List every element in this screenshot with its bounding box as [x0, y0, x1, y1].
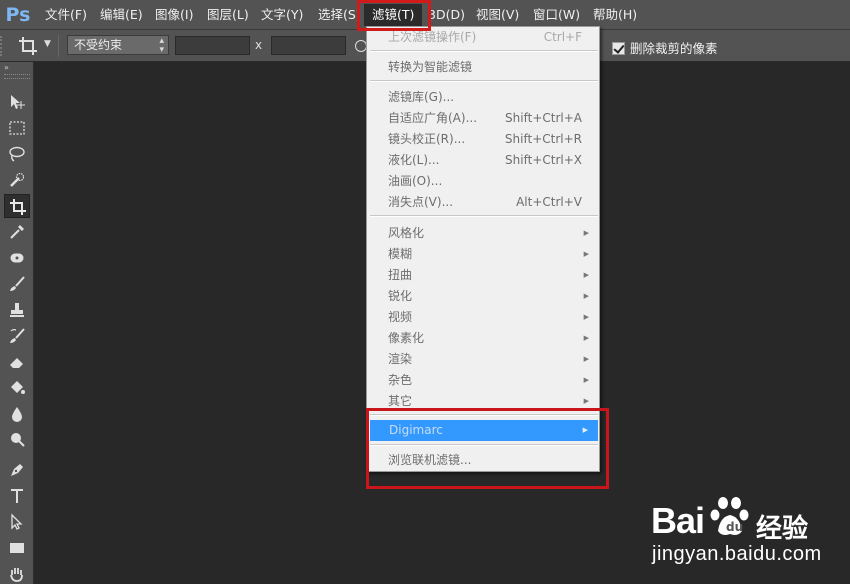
menu-divider — [370, 215, 598, 217]
quick-selection-icon[interactable] — [4, 168, 30, 192]
menu-item-sharpen[interactable]: 锐化 ▶ — [369, 286, 599, 307]
path-selection-icon[interactable] — [4, 510, 30, 534]
crop-ratio-select[interactable]: 不受约束 ▴ ▾ — [67, 35, 169, 55]
annotation-box-digimarc — [366, 408, 609, 489]
menu-help[interactable]: 帮助(H) — [585, 4, 645, 26]
menu-view[interactable]: 视图(V) — [468, 4, 527, 26]
hand-icon[interactable] — [4, 562, 30, 584]
options-divider — [58, 35, 59, 57]
checkbox-checked-icon[interactable] — [612, 42, 625, 55]
menu-divider — [370, 50, 598, 52]
menu-file[interactable]: 文件(F) — [37, 4, 95, 26]
baidu-watermark-jingyan: 经验 — [756, 514, 809, 544]
move-tool-icon[interactable] — [4, 90, 30, 114]
pixelate-label: 像素化 — [388, 331, 425, 345]
menu-item-blur[interactable]: 模糊 ▶ — [369, 244, 599, 265]
submenu-arrow-icon: ▶ — [583, 313, 589, 321]
eraser-icon[interactable] — [4, 350, 30, 374]
dimension-separator: x — [255, 38, 263, 52]
eyedropper-icon[interactable] — [4, 220, 30, 244]
submenu-arrow-icon: ▶ — [583, 292, 589, 300]
menu-item-filter-gallery[interactable]: 滤镜库(G)... — [369, 87, 599, 108]
submenu-arrow-icon: ▶ — [583, 355, 589, 363]
adaptive-wide-label: 自适应广角(A)... — [388, 111, 478, 125]
other-label: 其它 — [388, 394, 413, 408]
crop-preset-icon[interactable] — [18, 36, 38, 56]
menu-type[interactable]: 文字(Y) — [253, 4, 311, 26]
dodge-icon[interactable] — [4, 428, 30, 452]
updown-arrows-icon: ▴ ▾ — [159, 36, 164, 55]
crop-height-input[interactable] — [271, 36, 346, 55]
last-filter-shortcut: Ctrl+F — [543, 30, 582, 44]
submenu-arrow-icon: ▶ — [583, 250, 589, 258]
history-brush-icon[interactable] — [4, 324, 30, 348]
options-bar-grip[interactable] — [0, 36, 4, 56]
distort-label: 扭曲 — [388, 268, 413, 282]
menu-item-liquify[interactable]: 液化(L)... Shift+Ctrl+X — [369, 150, 599, 171]
menu-item-lens-correction[interactable]: 镜头校正(R)... Shift+Ctrl+R — [369, 129, 599, 150]
submenu-arrow-icon: ▶ — [583, 376, 589, 384]
delete-cropped-pixels-checkbox[interactable]: 删除裁剪的像素 — [612, 38, 718, 56]
rect-marquee-icon[interactable] — [4, 116, 30, 140]
delete-cropped-label: 删除裁剪的像素 — [630, 41, 718, 56]
sharpen-label: 锐化 — [388, 289, 413, 303]
convert-smart-label: 转换为智能滤镜 — [388, 60, 473, 74]
tools-panel-grip[interactable] — [4, 74, 30, 79]
crop-ratio-value: 不受约束 — [74, 38, 123, 52]
filter-dropdown-menu: 上次滤镜操作(F) Ctrl+F 转换为智能滤镜 滤镜库(G)... 自适应广角… — [366, 26, 600, 472]
menu-item-render[interactable]: 渲染 ▶ — [369, 349, 599, 370]
menu-item-stylize[interactable]: 风格化 ▶ — [369, 223, 599, 244]
render-label: 渲染 — [388, 352, 413, 366]
menu-item-distort[interactable]: 扭曲 ▶ — [369, 265, 599, 286]
paint-bucket-icon[interactable] — [4, 376, 30, 400]
clone-stamp-icon[interactable] — [4, 298, 30, 322]
menu-item-video[interactable]: 视频 ▶ — [369, 307, 599, 328]
blur-label: 模糊 — [388, 247, 413, 261]
oil-paint-label: 油画(O)... — [388, 174, 443, 188]
filter-gallery-label: 滤镜库(G)... — [388, 90, 455, 104]
annotation-box-filter-menu — [357, 0, 431, 31]
menu-item-pixelate[interactable]: 像素化 ▶ — [369, 328, 599, 349]
last-filter-label: 上次滤镜操作(F) — [388, 30, 477, 44]
menu-item-noise[interactable]: 杂色 ▶ — [369, 370, 599, 391]
submenu-arrow-icon: ▶ — [583, 334, 589, 342]
lens-correction-shortcut: Shift+Ctrl+R — [504, 132, 582, 146]
video-label: 视频 — [388, 310, 413, 324]
brush-icon[interactable] — [4, 272, 30, 296]
rectangle-shape-icon[interactable] — [4, 536, 30, 560]
pen-icon[interactable] — [4, 458, 30, 482]
baidu-watermark-bai: Bai — [651, 500, 705, 541]
vanishing-point-shortcut: Alt+Ctrl+V — [516, 195, 582, 209]
noise-label: 杂色 — [388, 373, 413, 387]
panel-collapse-icon[interactable]: » — [4, 63, 9, 72]
menu-item-oil-paint[interactable]: 油画(O)... — [369, 171, 599, 192]
menu-image[interactable]: 图像(I) — [147, 4, 201, 26]
menu-edit[interactable]: 编辑(E) — [92, 4, 151, 26]
lasso-icon[interactable] — [4, 142, 30, 166]
liquify-label: 液化(L)... — [388, 153, 440, 167]
menu-layer[interactable]: 图层(L) — [199, 4, 257, 26]
blur-drop-icon[interactable] — [4, 402, 30, 426]
crop-width-input[interactable] — [175, 36, 250, 55]
photoshop-logo: Ps — [5, 4, 31, 26]
menu-window[interactable]: 窗口(W) — [525, 4, 588, 26]
type-icon[interactable] — [4, 484, 30, 508]
tools-panel: » — [0, 62, 34, 584]
submenu-arrow-icon: ▶ — [583, 271, 589, 279]
lens-correction-label: 镜头校正(R)... — [388, 132, 466, 146]
menu-item-vanishing-point[interactable]: 消失点(V)... Alt+Ctrl+V — [369, 192, 599, 213]
chevron-down-icon[interactable]: ▼ — [44, 39, 51, 49]
menu-item-adaptive-wide-angle[interactable]: 自适应广角(A)... Shift+Ctrl+A — [369, 108, 599, 129]
adaptive-wide-shortcut: Shift+Ctrl+A — [505, 111, 582, 125]
spot-healing-icon[interactable] — [4, 246, 30, 270]
submenu-arrow-icon: ▶ — [583, 229, 589, 237]
menu-divider — [370, 80, 598, 82]
crop-tool-icon[interactable] — [4, 194, 30, 218]
stylize-label: 风格化 — [388, 226, 425, 240]
menu-item-convert-smart-filters[interactable]: 转换为智能滤镜 — [369, 57, 599, 78]
vanishing-point-label: 消失点(V)... — [388, 195, 454, 209]
baidu-watermark-url: jingyan.baidu.com — [652, 543, 822, 565]
liquify-shortcut: Shift+Ctrl+X — [505, 153, 582, 167]
